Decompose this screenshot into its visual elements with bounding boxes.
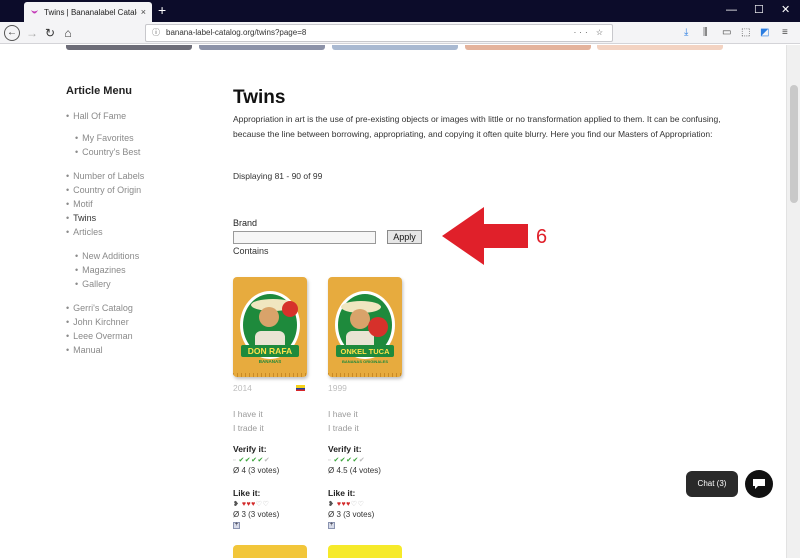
sidebar-item[interactable]: New Additions [75, 251, 139, 261]
apply-button[interactable]: Apply [387, 230, 422, 244]
sidebar-item[interactable]: Motif [66, 199, 93, 209]
page-scrollbar[interactable] [786, 45, 800, 558]
intro-text: Appropriation in art is the use of pre-e… [233, 114, 721, 139]
card-year: 1999 [328, 383, 347, 393]
sidebar-item[interactable]: Articles [66, 227, 103, 237]
browser-toolbar: ← → ↻ ⌂ ⓘ banana-label-catalog.org/twins… [0, 22, 800, 44]
like-score: Ø 3 (3 votes) [233, 510, 280, 519]
label-card-partial[interactable] [233, 545, 307, 558]
annotation-number: 6 [536, 226, 548, 248]
tab-title: Twins | Bananalabel Catalog [44, 7, 137, 17]
verify-rating[interactable]: ▫ ✔✔✔✔✔ [328, 456, 365, 464]
like-rating[interactable]: ❥ ♥♥♥♡♡ [328, 500, 364, 508]
tab-close-icon[interactable]: × [141, 7, 146, 17]
sidebar-item[interactable]: Hall Of Fame [66, 111, 126, 121]
site-favicon-icon [30, 8, 39, 17]
sidebar-item[interactable]: Gallery [75, 279, 111, 289]
chat-label[interactable]: Chat (3) [686, 471, 738, 497]
reload-icon[interactable]: ↻ [42, 25, 58, 41]
like-score: Ø 3 (3 votes) [328, 510, 375, 519]
pagination-summary: Displaying 81 - 90 of 99 [233, 171, 323, 181]
url-text: banana-label-catalog.org/twins?page=8 [166, 28, 307, 37]
menu-hamburger-icon[interactable]: ≡ [782, 25, 788, 41]
chat-bubble-icon [753, 479, 765, 489]
new-tab-button[interactable]: + [158, 2, 166, 18]
sidebar-item[interactable]: Country of Origin [66, 185, 141, 195]
verify-rating[interactable]: ▫ ✔✔✔✔✔ [233, 456, 270, 464]
top-color-bars [66, 45, 726, 50]
maximize-button[interactable]: ☐ [754, 3, 764, 17]
sidebar-item[interactable]: Number of Labels [66, 171, 144, 181]
sidebar-item[interactable]: Manual [66, 345, 103, 355]
label-card-partial[interactable] [328, 545, 402, 558]
sidebar-toggle-icon[interactable]: ▭ [722, 25, 731, 41]
screenshot-icon[interactable]: ⬚ [741, 25, 750, 41]
page-title: Twins [233, 87, 286, 108]
web-page: Article Menu Hall Of Fame My Favorites Cou… [0, 45, 786, 558]
label-text-top: ONKEL TUCA [340, 347, 390, 356]
back-arrow-icon[interactable]: ← [4, 25, 20, 41]
sidebar-item[interactable]: Twins [66, 213, 96, 223]
red-arrow-annotation-icon [442, 207, 528, 265]
add-icon[interactable]: + [328, 522, 335, 529]
trade-it-link[interactable]: I trade it [233, 423, 264, 433]
sidebar-item[interactable]: Magazines [75, 265, 126, 275]
banana-label-image[interactable]: ONKEL TUCA BANANAS ORIGINALES [328, 277, 402, 377]
card-year: 2014 [233, 383, 252, 393]
browser-tab[interactable]: Twins | Bananalabel Catalog × [24, 2, 152, 22]
like-title: Like it: [233, 488, 261, 498]
browser-titlebar: Twins | Bananalabel Catalog × + — ☐ ✕ [0, 0, 800, 22]
trade-it-link[interactable]: I trade it [328, 423, 359, 433]
page-actions-icon[interactable]: ··· ☆ [574, 25, 606, 41]
verify-title: Verify it: [328, 444, 362, 454]
site-info-icon[interactable]: ⓘ [152, 25, 160, 41]
verify-score: Ø 4 (3 votes) [233, 466, 280, 475]
sidebar-item[interactable]: Leee Overman [66, 331, 133, 341]
like-title: Like it: [328, 488, 356, 498]
minimize-button[interactable]: — [726, 3, 737, 17]
brand-filter-label: Brand [233, 218, 258, 228]
extension-icon[interactable]: ◩ [760, 25, 769, 41]
like-rating[interactable]: ❥ ♥♥♥♡♡ [233, 500, 269, 508]
brand-filter-input[interactable] [233, 231, 376, 244]
have-it-link[interactable]: I have it [328, 409, 358, 419]
library-icon[interactable]: ⫼ [703, 25, 708, 41]
label-text-top: DON RAFA [248, 346, 292, 356]
add-icon[interactable]: + [233, 522, 240, 529]
home-icon[interactable]: ⌂ [60, 25, 76, 41]
label-text-bottom: BANANAS ORIGINALES [342, 359, 388, 364]
sidebar-item[interactable]: My Favorites [75, 133, 134, 143]
article-menu-title: Article Menu [66, 85, 133, 97]
verify-score: Ø 4.5 (4 votes) [328, 466, 381, 475]
sidebar-item[interactable]: Gerri's Catalog [66, 303, 133, 313]
banana-label-image[interactable]: DON RAFA BANANAS [233, 277, 307, 377]
sidebar-item[interactable]: Country's Best [75, 147, 140, 157]
chat-button[interactable] [745, 470, 773, 498]
have-it-link[interactable]: I have it [233, 409, 263, 419]
flag-ecuador-icon [296, 385, 305, 391]
download-icon[interactable]: ⤓ [684, 25, 688, 41]
scrollbar-thumb[interactable] [790, 85, 798, 203]
forward-arrow-icon[interactable]: → [24, 25, 40, 41]
close-window-button[interactable]: ✕ [781, 3, 790, 17]
contains-label: Contains [233, 246, 269, 256]
label-text-bottom: BANANAS [259, 359, 282, 364]
sidebar-item[interactable]: John Kirchner [66, 317, 129, 327]
verify-title: Verify it: [233, 444, 267, 454]
url-bar[interactable]: ⓘ banana-label-catalog.org/twins?page=8 … [145, 24, 613, 42]
